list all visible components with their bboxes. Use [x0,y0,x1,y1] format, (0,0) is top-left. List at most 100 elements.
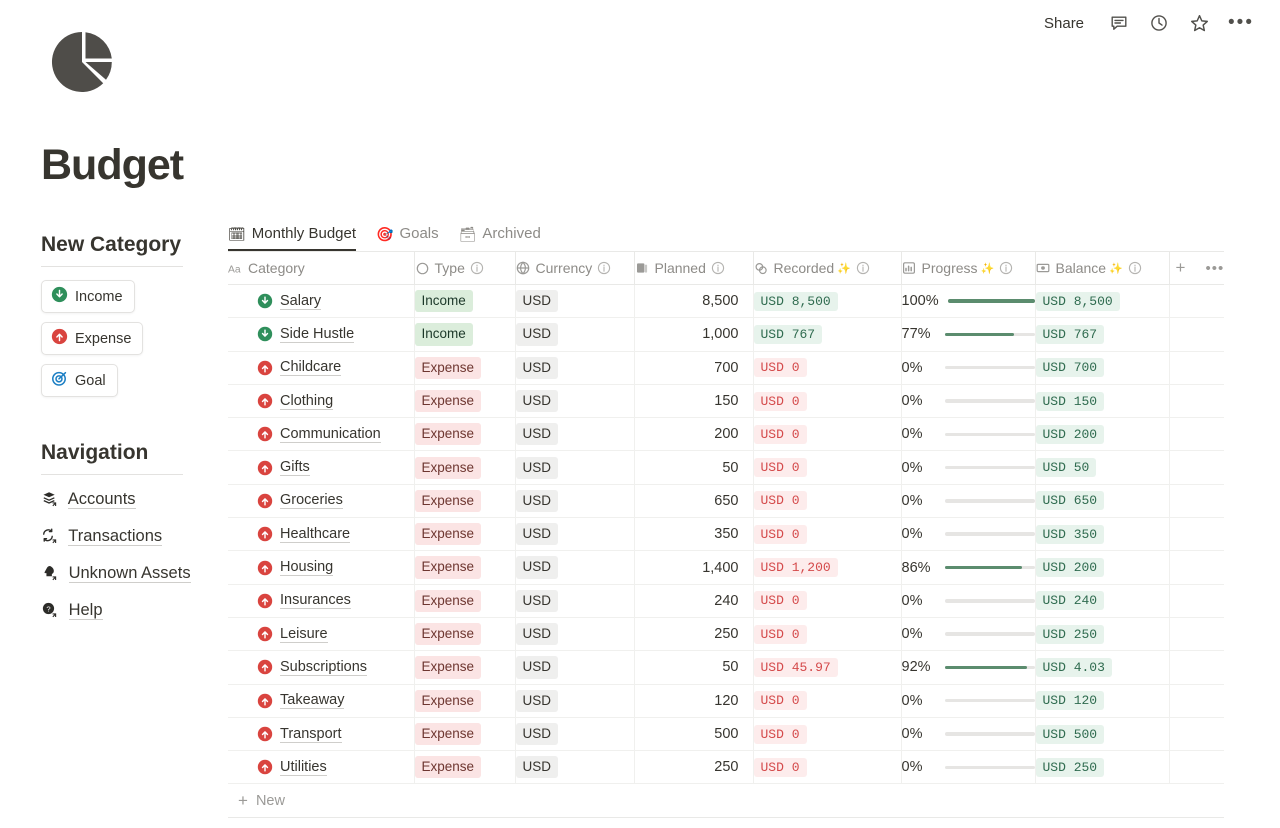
cell-balance[interactable]: USD 4.03 [1035,651,1169,684]
cell-category[interactable]: Healthcare [228,518,414,551]
table-row[interactable]: LeisureExpenseUSD250USD 00%USD 250 [228,617,1224,650]
cell-recorded[interactable]: USD 0 [753,351,901,384]
cell-category[interactable]: Takeaway [228,684,414,717]
nav-link-help[interactable]: ? Help [41,599,201,626]
cell-balance[interactable]: USD 650 [1035,484,1169,517]
cell-type[interactable]: Expense [414,484,515,517]
cell-planned[interactable]: 700 [634,351,753,384]
cell-balance[interactable]: USD 700 [1035,351,1169,384]
cell-category[interactable]: Housing [228,551,414,584]
nav-link-unknown-assets[interactable]: Unknown Assets [41,562,201,589]
new-expense-button[interactable]: Expense [41,322,143,355]
cell-progress[interactable]: 100% [901,285,1035,318]
table-row[interactable]: HousingExpenseUSD1,400USD 1,20086%USD 20… [228,551,1224,584]
cell-type[interactable]: Expense [414,351,515,384]
cell-category[interactable]: Insurances [228,584,414,617]
cell-type[interactable]: Expense [414,684,515,717]
cell-balance[interactable]: USD 767 [1035,318,1169,351]
table-row[interactable]: SalaryIncomeUSD8,500USD 8,500100%USD 8,5… [228,285,1224,318]
cell-planned[interactable]: 120 [634,684,753,717]
cell-recorded[interactable]: USD 0 [753,518,901,551]
category-name[interactable]: Housing [280,559,333,576]
column-menu-button[interactable]: ••• [1205,260,1224,277]
cell-type[interactable]: Expense [414,518,515,551]
cell-category[interactable]: Side Hustle [228,318,414,351]
table-row[interactable]: Clothing ExpenseUSD150USD 00%USD 150 [228,384,1224,417]
column-header-category[interactable]: Aa Category [228,252,414,285]
cell-type[interactable]: Expense [414,751,515,784]
cell-progress[interactable]: 0% [901,518,1035,551]
category-name[interactable]: Clothing [280,393,333,410]
nav-link-transactions[interactable]: Transactions [41,525,201,552]
cell-type[interactable]: Expense [414,717,515,750]
cell-progress[interactable]: 0% [901,418,1035,451]
info-icon[interactable] [856,261,870,275]
cell-planned[interactable]: 50 [634,651,753,684]
cell-balance[interactable]: USD 250 [1035,751,1169,784]
cell-balance[interactable]: USD 350 [1035,518,1169,551]
history-icon[interactable] [1148,12,1170,34]
cell-type[interactable]: Expense [414,451,515,484]
cell-recorded[interactable]: USD 0 [753,451,901,484]
cell-planned[interactable]: 650 [634,484,753,517]
cell-type[interactable]: Expense [414,584,515,617]
table-row[interactable]: Side HustleIncomeUSD1,000USD 76777%USD 7… [228,318,1224,351]
cell-type[interactable]: Expense [414,651,515,684]
cell-planned[interactable]: 250 [634,751,753,784]
cell-category[interactable]: Salary [228,285,414,318]
table-row[interactable]: CommunicationExpenseUSD200USD 00%USD 200 [228,418,1224,451]
cell-planned[interactable]: 150 [634,384,753,417]
cell-currency[interactable]: USD [515,351,634,384]
cell-planned[interactable]: 200 [634,418,753,451]
column-header-progress[interactable]: Progress ✨ [901,252,1035,285]
cell-recorded[interactable]: USD 8,500 [753,285,901,318]
cell-type[interactable]: Expense [414,551,515,584]
cell-currency[interactable]: USD [515,451,634,484]
cell-recorded[interactable]: USD 0 [753,384,901,417]
cell-currency[interactable]: USD [515,518,634,551]
cell-currency[interactable]: USD [515,751,634,784]
cell-currency[interactable]: USD [515,285,634,318]
category-name[interactable]: Leisure [280,626,328,643]
table-row[interactable]: GroceriesExpenseUSD650USD 00%USD 650 [228,484,1224,517]
new-income-button[interactable]: Income [41,280,135,313]
cell-progress[interactable]: 0% [901,351,1035,384]
cell-currency[interactable]: USD [515,717,634,750]
cell-recorded[interactable]: USD 45.97 [753,651,901,684]
cell-progress[interactable]: 0% [901,617,1035,650]
cell-currency[interactable]: USD [515,384,634,417]
comment-icon[interactable] [1108,12,1130,34]
table-row[interactable]: ChildcareExpenseUSD700USD 00%USD 700 [228,351,1224,384]
cell-progress[interactable]: 86% [901,551,1035,584]
cell-planned[interactable]: 240 [634,584,753,617]
cell-currency[interactable]: USD [515,684,634,717]
cell-category[interactable]: Gifts [228,451,414,484]
category-name[interactable]: Healthcare [280,526,350,543]
column-header-planned[interactable]: Planned [634,252,753,285]
cell-type[interactable]: Expense [414,384,515,417]
column-header-recorded[interactable]: Recorded ✨ [753,252,901,285]
tab-goals[interactable]: 🎯 Goals [376,225,439,251]
cell-type[interactable]: Expense [414,617,515,650]
more-options-icon[interactable]: ••• [1228,18,1254,28]
cell-balance[interactable]: USD 500 [1035,717,1169,750]
cell-balance[interactable]: USD 150 [1035,384,1169,417]
info-icon[interactable] [597,261,611,275]
table-row[interactable]: InsurancesExpenseUSD240USD 00%USD 240 [228,584,1224,617]
column-header-currency[interactable]: Currency [515,252,634,285]
cell-currency[interactable]: USD [515,617,634,650]
nav-link-accounts[interactable]: Accounts [41,488,201,515]
table-row[interactable]: TransportExpenseUSD500USD 00%USD 500 [228,717,1224,750]
category-name[interactable]: Takeaway [280,692,344,709]
cell-balance[interactable]: USD 250 [1035,617,1169,650]
cell-progress[interactable]: 0% [901,384,1035,417]
info-icon[interactable] [999,261,1013,275]
category-name[interactable]: Communication [280,426,381,443]
cell-category[interactable]: Utilities [228,751,414,784]
info-icon[interactable] [711,261,725,275]
cell-planned[interactable]: 250 [634,617,753,650]
category-name[interactable]: Subscriptions [280,659,367,676]
cell-recorded[interactable]: USD 767 [753,318,901,351]
cell-planned[interactable]: 350 [634,518,753,551]
table-row[interactable]: TakeawayExpenseUSD120USD 00%USD 120 [228,684,1224,717]
